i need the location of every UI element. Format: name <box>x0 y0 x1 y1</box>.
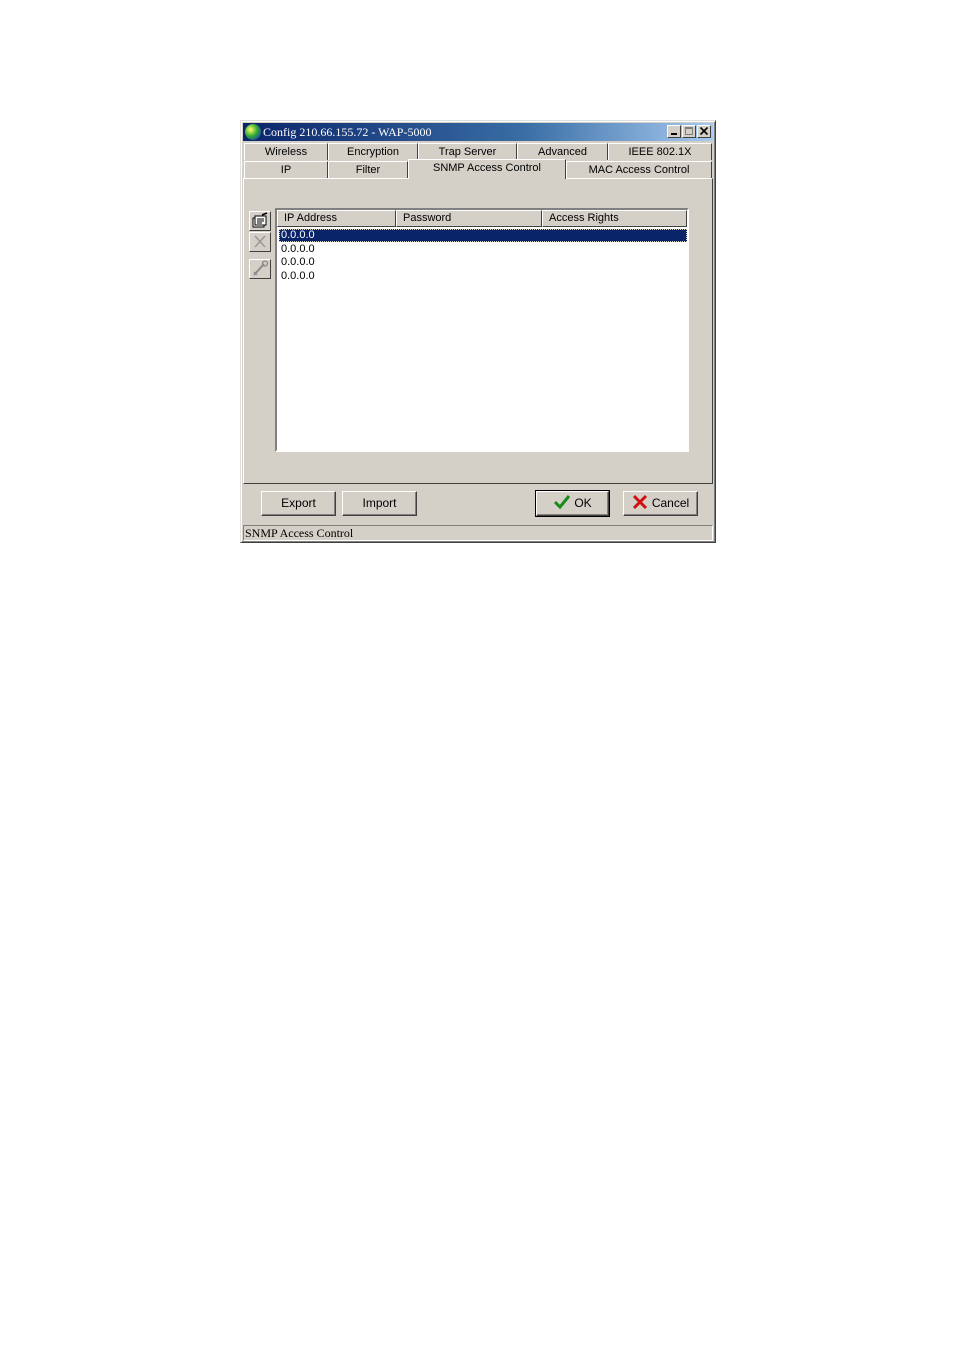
import-button-label: Import <box>362 496 397 510</box>
tab-trap-server[interactable]: Trap Server <box>418 143 517 160</box>
tab-mac-access-control[interactable]: MAC Access Control <box>566 161 712 178</box>
ok-button-label: OK <box>574 496 592 510</box>
delete-entry-button[interactable] <box>249 232 271 252</box>
close-button[interactable] <box>697 125 711 138</box>
column-header-access-rights[interactable]: Access Rights <box>542 210 687 227</box>
column-header-password[interactable]: Password <box>396 210 542 227</box>
tab-snmp-access-control[interactable]: SNMP Access Control <box>408 159 566 179</box>
tab-encryption[interactable]: Encryption <box>328 143 418 160</box>
tab-advanced[interactable]: Advanced <box>517 143 608 160</box>
import-button[interactable]: Import <box>342 491 417 516</box>
window-title: Config 210.66.155.72 - WAP-5000 <box>263 125 432 139</box>
tool-icon <box>253 260 269 276</box>
checkmark-icon <box>554 495 571 510</box>
close-icon <box>699 126 709 136</box>
column-header-ip-address[interactable]: IP Address <box>277 210 396 227</box>
maximize-button[interactable] <box>682 125 696 138</box>
cancel-button[interactable]: Cancel <box>623 491 698 516</box>
export-button-label: Export <box>281 496 316 510</box>
table-row[interactable]: 0.0.0.0 <box>279 256 687 269</box>
snmp-access-list[interactable]: IP Address Password Access Rights 0.0.0.… <box>275 208 689 452</box>
cancel-button-label: Cancel <box>651 496 690 510</box>
snmp-access-panel: IP Address Password Access Rights 0.0.0.… <box>243 178 713 484</box>
tab-ip[interactable]: IP <box>244 161 328 178</box>
maximize-icon <box>685 127 693 135</box>
tab-wireless[interactable]: Wireless <box>244 143 328 160</box>
table-row[interactable]: 0.0.0.0 <box>279 243 687 256</box>
title-bar[interactable]: Config 210.66.155.72 - WAP-5000 <box>243 123 713 141</box>
app-globe-icon <box>245 124 261 140</box>
delete-icon <box>254 235 266 248</box>
minimize-button[interactable] <box>667 125 681 138</box>
table-row[interactable]: 0.0.0.0 <box>279 270 687 283</box>
status-bar: SNMP Access Control <box>243 525 713 541</box>
tab-filter[interactable]: Filter <box>328 161 408 178</box>
edit-entry-button[interactable] <box>249 211 271 231</box>
tab-ieee-8021x[interactable]: IEEE 802.1X <box>608 143 712 160</box>
table-row[interactable]: 0.0.0.0 <box>279 229 687 242</box>
export-button[interactable]: Export <box>261 491 336 516</box>
ok-button[interactable]: OK <box>535 490 610 517</box>
config-window: Config 210.66.155.72 - WAP-5000 Wireless… <box>240 120 716 543</box>
cancel-x-icon <box>632 494 647 510</box>
edit-icon <box>252 212 268 228</box>
minimize-icon <box>671 133 677 135</box>
tool-button[interactable] <box>249 259 271 279</box>
